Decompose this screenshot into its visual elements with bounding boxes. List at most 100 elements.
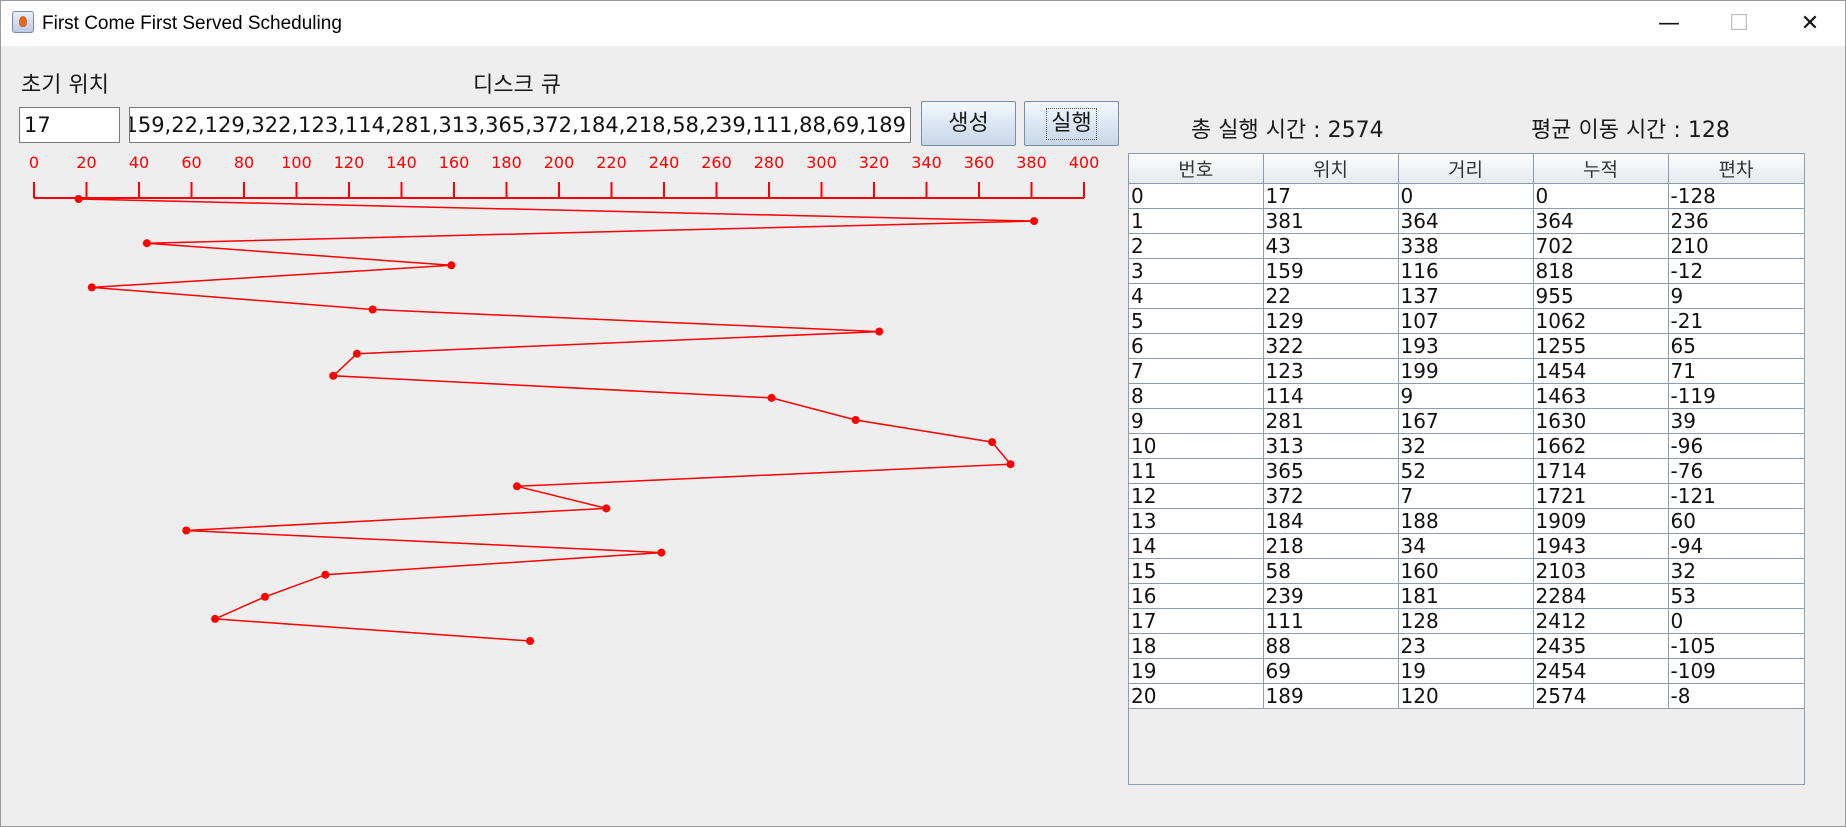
table-cell: 364 (1398, 208, 1534, 234)
table-cell: 4 (1129, 283, 1264, 309)
table-cell: 0 (1129, 183, 1264, 209)
x-axis-tick-label: 260 (701, 153, 732, 172)
table-cell: 5 (1129, 308, 1264, 334)
table-row[interactable]: 1 381 364 364 236 (1129, 208, 1804, 234)
disk-queue-label: 디스크 큐 (473, 73, 561, 98)
table-cell: -119 (1668, 383, 1804, 409)
total-time-label: 총 실행 시간 : 2574 (1191, 118, 1384, 143)
column-header[interactable]: 편차 (1668, 154, 1804, 184)
table-row[interactable]: 10 313 32 1662 -96 (1129, 433, 1804, 459)
generate-button[interactable]: 생성 (921, 101, 1016, 146)
table-cell: -121 (1668, 483, 1804, 509)
table-row[interactable]: 13 184 188 1909 60 (1129, 508, 1804, 534)
head-position-point (211, 614, 220, 623)
disk-queue-input[interactable]: 381,43,159,22,129,322,123,114,281,313,36… (129, 107, 911, 143)
table-cell: 137 (1398, 283, 1534, 309)
table-cell: 1714 (1533, 458, 1669, 484)
head-position-point (526, 637, 535, 645)
table-cell: 9 (1129, 408, 1264, 434)
table-row[interactable]: 8 114 9 1463 -119 (1129, 383, 1804, 409)
table-row[interactable]: 19 69 19 2454 -109 (1129, 658, 1804, 684)
table-cell: 2103 (1533, 558, 1669, 584)
head-position-point (87, 283, 96, 292)
table-cell: 17 (1263, 183, 1399, 209)
x-axis-tick-label: 60 (181, 153, 201, 172)
table-cell: 365 (1263, 458, 1399, 484)
table-cell: -76 (1668, 458, 1804, 484)
table-cell: 23 (1398, 633, 1534, 659)
table-cell: 188 (1398, 508, 1534, 534)
table-cell: 702 (1533, 233, 1669, 259)
table-cell: 88 (1263, 633, 1399, 659)
table-cell: -105 (1668, 633, 1804, 659)
column-header[interactable]: 번호 (1129, 154, 1264, 184)
table-cell: 129 (1263, 308, 1399, 334)
table-cell: 955 (1533, 283, 1669, 309)
head-position-point (329, 371, 338, 380)
table-row[interactable]: 14 218 34 1943 -94 (1129, 533, 1804, 559)
table-row[interactable]: 2 43 338 702 210 (1129, 233, 1804, 259)
column-header[interactable]: 위치 (1263, 154, 1399, 184)
table-row[interactable]: 17 111 128 2412 0 (1129, 608, 1804, 634)
x-axis-tick-label: 280 (754, 153, 785, 172)
table-row[interactable]: 20 189 120 2574 -8 (1129, 683, 1804, 709)
table-row[interactable]: 7 123 199 1454 71 (1129, 358, 1804, 384)
table-cell: 159 (1263, 258, 1399, 284)
column-header[interactable]: 누적 (1533, 154, 1669, 184)
table-cell: -12 (1668, 258, 1804, 284)
head-position-point (321, 570, 330, 579)
table-row[interactable]: 0 17 0 0 -128 (1129, 183, 1804, 209)
head-position-point (988, 438, 997, 447)
table-row[interactable]: 18 88 23 2435 -105 (1129, 633, 1804, 659)
run-button[interactable]: 실행 (1024, 101, 1119, 146)
table-cell: 2454 (1533, 658, 1669, 684)
table-cell: 52 (1398, 458, 1534, 484)
table-row[interactable]: 4 22 137 955 9 (1129, 283, 1804, 309)
table-row[interactable]: 5 129 107 1062 -21 (1129, 308, 1804, 334)
table-cell: 107 (1398, 308, 1534, 334)
head-position-point (74, 195, 83, 203)
table-cell: 19 (1129, 658, 1264, 684)
table-row[interactable]: 6 322 193 1255 65 (1129, 333, 1804, 359)
close-button[interactable]: ✕ (1779, 1, 1841, 46)
table-row[interactable]: 16 239 181 2284 53 (1129, 583, 1804, 609)
table-row[interactable]: 9 281 167 1630 39 (1129, 408, 1804, 434)
table-cell: 123 (1263, 358, 1399, 384)
x-axis-tick-label: 380 (1016, 153, 1047, 172)
table-cell: 10 (1129, 433, 1264, 459)
column-header[interactable]: 거리 (1398, 154, 1534, 184)
table-row[interactable]: 12 372 7 1721 -121 (1129, 483, 1804, 509)
table-row[interactable]: 11 365 52 1714 -76 (1129, 458, 1804, 484)
title-bar: First Come First Served Scheduling — ☐ ✕ (1, 1, 1845, 46)
table-cell: 20 (1129, 683, 1264, 709)
table-cell: 167 (1398, 408, 1534, 434)
x-axis-tick-label: 360 (964, 153, 995, 172)
table-cell: 2435 (1533, 633, 1669, 659)
table-cell: 338 (1398, 233, 1534, 259)
head-position-point (447, 261, 456, 270)
table-cell: 1721 (1533, 483, 1669, 509)
head-position-point (261, 592, 269, 601)
table-row[interactable]: 3 159 116 818 -12 (1129, 258, 1804, 284)
x-axis-tick-label: 240 (649, 153, 680, 172)
x-axis-tick-label: 400 (1069, 153, 1100, 172)
table-cell: 116 (1398, 258, 1534, 284)
x-axis-tick-label: 140 (386, 153, 417, 172)
table-cell: 16 (1129, 583, 1264, 609)
table-row[interactable]: 15 58 160 2103 32 (1129, 558, 1804, 584)
head-position-point (767, 393, 776, 402)
table-cell: 236 (1668, 208, 1804, 234)
initial-position-input[interactable]: 17 (19, 107, 120, 143)
table-cell: 34 (1398, 533, 1534, 559)
table-cell: 7 (1398, 483, 1534, 509)
table-cell: -109 (1668, 658, 1804, 684)
table-cell: 210 (1668, 233, 1804, 259)
x-axis-tick-label: 40 (129, 153, 149, 172)
table-cell: 32 (1398, 433, 1534, 459)
table-cell: 313 (1263, 433, 1399, 459)
table-cell: 71 (1668, 358, 1804, 384)
table-cell: 111 (1263, 608, 1399, 634)
x-axis-tick-label: 340 (911, 153, 942, 172)
maximize-button[interactable]: ☐ (1708, 1, 1770, 46)
minimize-button[interactable]: — (1638, 1, 1700, 46)
